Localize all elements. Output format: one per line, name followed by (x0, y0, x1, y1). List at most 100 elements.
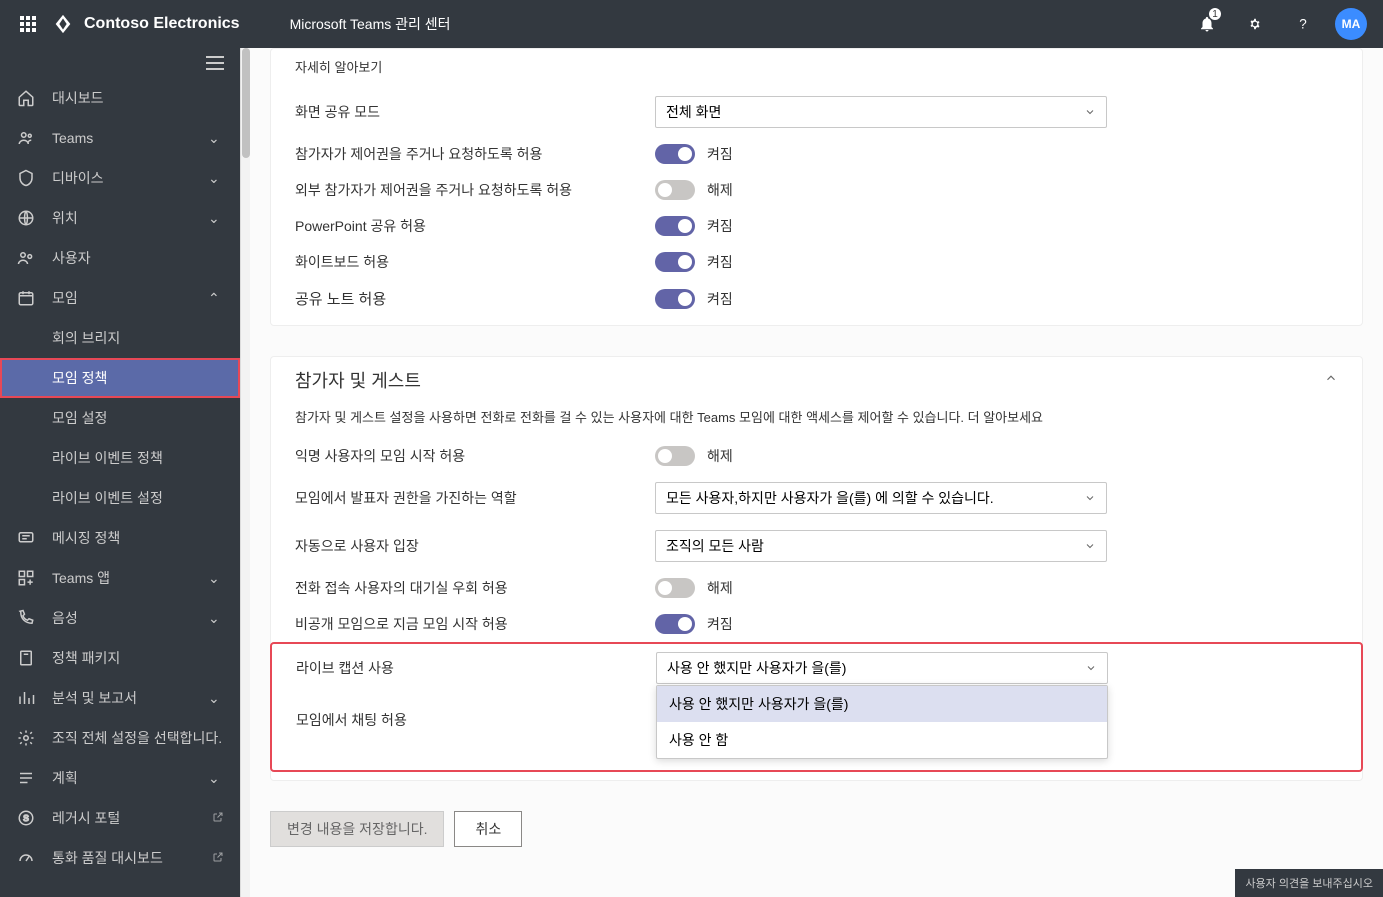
sidebar: 대시보드 Teams ⌄ 디바이스 ⌄ 위치 ⌄ 사용자 모임 ⌃ 회의 브리지… (0, 48, 240, 897)
feedback-button[interactable]: 사용자 의견을 보내주십시오 (1235, 869, 1383, 897)
nav-meetings[interactable]: 모임 ⌃ (0, 278, 240, 318)
nav-analytics[interactable]: 분석 및 보고서 ⌄ (0, 678, 240, 718)
nav-org-wide-settings[interactable]: 조직 전체 설정을 선택합니다. (0, 718, 240, 758)
setting-row: 외부 참가자가 제어권을 주거나 요청하도록 허용해제 (271, 172, 1362, 208)
setting-label: 비공개 모임으로 지금 모임 시작 허용 (295, 614, 635, 634)
nav-meeting-policies[interactable]: 모임 정책 (0, 358, 240, 398)
nav-conference-bridges[interactable]: 회의 브리지 (0, 318, 240, 358)
external-link-icon (212, 850, 224, 866)
dropdown[interactable]: 모든 사용자,하지만 사용자가 을(를) 에 의할 수 있습니다. (655, 482, 1107, 514)
nav-voice[interactable]: 음성 ⌄ (0, 598, 240, 638)
nav-teams[interactable]: Teams ⌄ (0, 118, 240, 158)
nav-live-events-settings[interactable]: 라이브 이벤트 설정 (0, 478, 240, 518)
chevron-down-icon: ⌄ (208, 130, 224, 147)
toggle[interactable] (655, 216, 695, 236)
chevron-down-icon (1085, 662, 1097, 674)
card-desc: 참가자 및 게스트 설정을 사용하면 전화로 전화를 걸 수 있는 사용자에 대… (271, 399, 1362, 438)
nav-label: 조직 전체 설정을 선택합니다. (52, 728, 224, 748)
nav-label: 모임 (52, 288, 208, 308)
setting-label: 화이트보드 허용 (295, 252, 635, 272)
svg-text:?: ? (1299, 17, 1307, 32)
help-icon: ? (1294, 15, 1312, 33)
apps-icon (16, 568, 36, 588)
toggle-state-text: 해제 (707, 578, 733, 598)
setting-row: 모임에서 발표자 권한을 가진하는 역할모든 사용자,하지만 사용자가 을(를)… (271, 474, 1362, 522)
nav-label: Teams 앱 (52, 568, 208, 588)
message-icon (16, 528, 36, 548)
toggle[interactable] (655, 446, 695, 466)
chevron-down-icon: ⌄ (208, 770, 224, 787)
nav-devices[interactable]: 디바이스 ⌄ (0, 158, 240, 198)
participants-card: 참가자 및 게스트 참가자 및 게스트 설정을 사용하면 전화로 전화를 걸 수… (270, 356, 1363, 781)
dropdown-option[interactable]: 사용 안 함 (657, 722, 1107, 758)
users-icon (16, 248, 36, 268)
cancel-button[interactable]: 취소 (454, 811, 522, 847)
nav-meeting-settings[interactable]: 모임 설정 (0, 398, 240, 438)
setting-label: 익명 사용자의 모임 시작 허용 (295, 446, 635, 466)
nav-label: 대시보드 (52, 88, 224, 108)
nav-legacy-portal[interactable]: S 레거시 포털 (0, 798, 240, 838)
nav-label: 통화 품질 대시보드 (52, 848, 204, 868)
toggle[interactable] (655, 252, 695, 272)
dropdown[interactable]: 전체 화면 (655, 96, 1107, 128)
chevron-up-icon (1324, 371, 1338, 385)
toggle-state-text: 켜짐 (707, 252, 733, 272)
nav-teams-apps[interactable]: Teams 앱 ⌄ (0, 558, 240, 598)
nav-label: 음성 (52, 608, 208, 628)
settings-button[interactable] (1231, 0, 1279, 48)
setting-row: 화이트보드 허용 켜짐 (271, 244, 1362, 280)
nav-label: 분석 및 보고서 (52, 688, 208, 708)
chevron-down-icon: ⌄ (208, 610, 224, 627)
toggle-state-text: 켜짐 (707, 614, 733, 634)
toggle[interactable] (655, 578, 695, 598)
svg-text:S: S (23, 814, 29, 823)
setting-row: 익명 사용자의 모임 시작 허용해제 (271, 438, 1362, 474)
nav-users[interactable]: 사용자 (0, 238, 240, 278)
app-launcher-button[interactable] (8, 4, 48, 44)
sidebar-scrollbar[interactable] (240, 48, 250, 897)
nav-planning[interactable]: 계획 ⌄ (0, 758, 240, 798)
toggle-state-text: 해제 (707, 180, 733, 200)
dropdown-option[interactable]: 사용 안 했지만 사용자가 을(를) (657, 686, 1107, 722)
nav-call-quality-dashboard[interactable]: 통화 품질 대시보드 (0, 838, 240, 878)
nav-dashboard[interactable]: 대시보드 (0, 78, 240, 118)
user-avatar[interactable]: MA (1335, 8, 1367, 40)
nav-label: 위치 (52, 208, 208, 228)
save-button[interactable]: 변경 내용을 저장합니다. (270, 811, 444, 847)
sidebar-collapse[interactable] (0, 48, 240, 78)
nav-live-events-policies[interactable]: 라이브 이벤트 정책 (0, 438, 240, 478)
toggle[interactable] (655, 289, 695, 309)
dropdown[interactable]: 조직의 모든 사람 (655, 530, 1107, 562)
chevron-up-icon: ⌃ (208, 290, 224, 307)
setting-live-captions: 라이브 캡션 사용 사용 안 했지만 사용자가 을(를) 사용 안 했지만 사용… (272, 644, 1361, 692)
toggle[interactable] (655, 144, 695, 164)
toggle[interactable] (655, 180, 695, 200)
toggle-state-text: 켜짐 (707, 289, 733, 309)
toggle-state-text: 켜짐 (707, 216, 733, 236)
nav-policy-packages[interactable]: 정책 패키지 (0, 638, 240, 678)
footer-buttons: 변경 내용을 저장합니다. 취소 (270, 811, 1383, 847)
nav-label: 사용자 (52, 248, 224, 268)
setting-label: 공유 노트 허용 (295, 288, 635, 309)
planning-icon (16, 768, 36, 788)
nav-label: 디바이스 (52, 168, 208, 188)
nav-messaging-policies[interactable]: 메시징 정책 (0, 518, 240, 558)
nav-locations[interactable]: 위치 ⌄ (0, 198, 240, 238)
globe-icon (16, 208, 36, 228)
toggle[interactable] (655, 614, 695, 634)
settings-icon (16, 728, 36, 748)
setting-label: 모임에서 채팅 허용 (296, 710, 636, 730)
setting-label: PowerPoint 공유 허용 (295, 216, 635, 236)
chevron-down-icon: ⌄ (208, 210, 224, 227)
live-captions-dropdown[interactable]: 사용 안 했지만 사용자가 을(를) (656, 652, 1108, 684)
help-button[interactable]: ? (1279, 0, 1327, 48)
main-content: 자세히 알아보기 화면 공유 모드전체 화면참가자가 제어권을 주거나 요청하도… (250, 48, 1383, 897)
device-icon (16, 168, 36, 188)
setting-row: 공유 노트 허용 켜짐 (271, 280, 1362, 317)
setting-row: 참가자가 제어권을 주거나 요청하도록 허용켜짐 (271, 136, 1362, 172)
notifications-button[interactable]: 1 (1183, 0, 1231, 48)
nav-label: 계획 (52, 768, 208, 788)
card-desc-link[interactable]: 자세히 알아보기 (295, 60, 382, 75)
top-header: Contoso Electronics Microsoft Teams 관리 센… (0, 0, 1383, 48)
collapse-card-button[interactable] (1324, 371, 1338, 390)
